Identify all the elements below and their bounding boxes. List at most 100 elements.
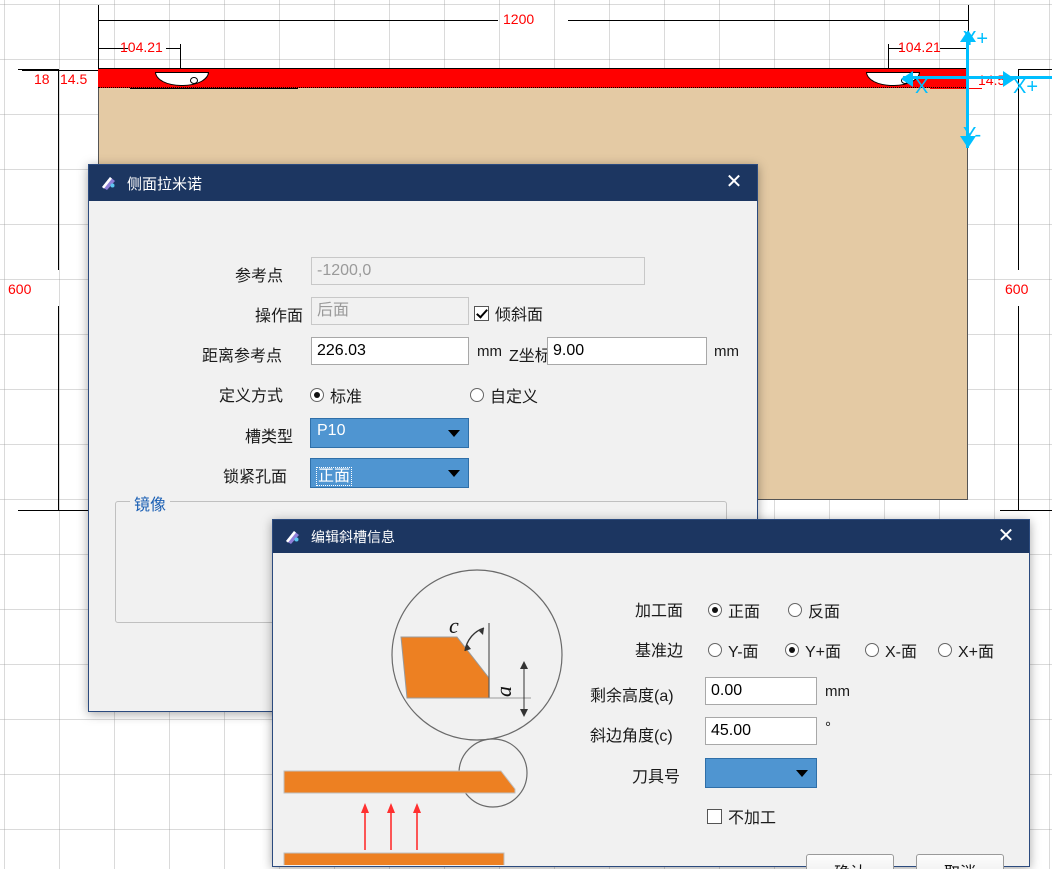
dialog1-title: 侧面拉米诺	[127, 173, 717, 194]
dim-height-left-cap-bottom	[18, 510, 98, 511]
dim-width-line-left	[98, 20, 498, 21]
height-label-a: a	[491, 686, 516, 697]
lock-hole-face-label: 锁紧孔面	[223, 463, 287, 487]
dim-edge-right-line	[930, 88, 982, 89]
define-mode-label: 定义方式	[219, 382, 283, 406]
z-coord-unit: mm	[714, 343, 739, 360]
dim-height-right: 600	[1005, 281, 1028, 297]
machining-face-front-radio[interactable]: 正面	[708, 598, 760, 622]
dim-height-right-upper	[1018, 69, 1019, 270]
z-coord-label: Z坐标	[509, 342, 551, 366]
datum-edge-label: 基准边	[635, 637, 683, 661]
mirror-group-label: 镜像	[130, 491, 170, 515]
no-machining-label: 不加工	[728, 804, 776, 828]
dim-left-offset-line-b	[166, 48, 180, 49]
dialog1-titlebar[interactable]: 侧面拉米诺 ✕	[89, 165, 757, 201]
dim-height-left-cap-top	[18, 69, 58, 70]
datum-edge-y-minus-radio[interactable]: Y-面	[708, 638, 759, 662]
bevel-angle-label: 斜边角度(c)	[590, 722, 673, 746]
dim-height-left-upper	[58, 69, 59, 270]
dim-height-left-lower	[58, 306, 59, 511]
no-machining-checkbox[interactable]: 不加工	[707, 804, 776, 828]
radio-y-minus-icon	[708, 643, 722, 657]
groove-type-label: 槽类型	[245, 423, 293, 447]
dim-right-offset-ext	[888, 44, 889, 70]
dim-thickness: 18	[34, 71, 50, 87]
radio-y-plus-icon	[785, 643, 799, 657]
dim-right-offset: 104.21	[898, 39, 941, 55]
remain-height-unit: mm	[825, 683, 850, 700]
datum-edge-y-plus-label: Y+面	[805, 638, 841, 662]
ref-point-input[interactable]: -1200,0	[311, 257, 645, 285]
axis-label-x-plus: X+	[1013, 76, 1038, 99]
axis-label-y-plus: Y+	[963, 28, 988, 51]
dim-edge-right: 14.5	[978, 72, 1005, 88]
z-coord-input[interactable]: 9.00	[547, 337, 707, 365]
axis-x-minus-arrow	[901, 71, 913, 87]
dim-edge-left: 14.5	[60, 71, 87, 87]
tool-no-label: 刀具号	[632, 763, 680, 787]
dim-height-left: 600	[8, 281, 31, 297]
dialog2-titlebar[interactable]: 编辑斜槽信息 ✕	[273, 520, 1029, 553]
radio-x-plus-icon	[938, 643, 952, 657]
groove-type-value: P10	[317, 422, 345, 439]
datum-edge-x-minus-label: X-面	[885, 638, 917, 662]
dim-width-total: 1200	[503, 11, 534, 27]
datum-edge-x-plus-radio[interactable]: X+面	[938, 638, 994, 662]
dim-height-right-cap-bottom	[1000, 510, 1052, 511]
dialog2-close-icon[interactable]: ✕	[989, 522, 1023, 552]
lock-hole-face-value: 正面	[317, 468, 351, 485]
chevron-down-icon	[448, 470, 460, 477]
distance-input[interactable]: 226.03	[311, 337, 469, 365]
datum-edge-x-plus-label: X+面	[958, 638, 994, 662]
chevron-down-icon	[796, 770, 808, 777]
machining-face-front-label: 正面	[728, 598, 760, 622]
app-icon	[283, 527, 303, 547]
radio-standard-icon	[310, 388, 324, 402]
dim-left-offset-ext	[180, 44, 181, 70]
bevel-illustration: c a	[279, 565, 569, 865]
lock-hole-face-combobox[interactable]: 正面	[310, 458, 469, 488]
radio-front-icon	[708, 603, 722, 617]
cancel-button[interactable]: 取消	[916, 854, 1004, 869]
remain-height-label: 剩余高度(a)	[590, 682, 674, 706]
radio-custom-icon	[470, 388, 484, 402]
angle-label-c: c	[449, 613, 459, 638]
dialog2-body: c a 加工面	[273, 553, 1029, 868]
chevron-down-icon	[448, 430, 460, 437]
dim-left-offset: 104.21	[120, 39, 163, 55]
dim-thickness-lower	[130, 88, 298, 89]
dialog-edit-bevel-groove[interactable]: 编辑斜槽信息 ✕ c a	[272, 519, 1030, 867]
distance-unit: mm	[477, 343, 502, 360]
dim-width-line-right	[568, 20, 968, 21]
radio-back-icon	[788, 603, 802, 617]
define-mode-standard-label: 标准	[330, 383, 362, 407]
no-machining-check-icon	[707, 809, 722, 824]
machining-face-back-radio[interactable]: 反面	[788, 598, 840, 622]
define-mode-standard-radio[interactable]: 标准	[310, 383, 362, 407]
operation-face-input[interactable]: 后面	[311, 297, 469, 325]
bevel-angle-input[interactable]: 45.00	[705, 717, 817, 745]
bevel-angle-unit: °	[825, 719, 831, 736]
tool-no-combobox[interactable]	[705, 758, 817, 788]
define-mode-custom-label: 自定义	[490, 383, 538, 407]
dim-height-right-lower	[1018, 306, 1019, 511]
machining-face-back-label: 反面	[808, 598, 840, 622]
incline-face-label: 倾斜面	[495, 301, 543, 325]
remain-height-input[interactable]: 0.00	[705, 677, 817, 705]
ok-button[interactable]: 确认	[806, 854, 894, 869]
datum-edge-x-minus-radio[interactable]: X-面	[865, 638, 917, 662]
radio-x-minus-icon	[865, 643, 879, 657]
datum-edge-y-minus-label: Y-面	[728, 638, 759, 662]
ref-point-label: 参考点	[235, 262, 283, 286]
distance-label: 距离参考点	[202, 342, 282, 366]
incline-face-checkbox[interactable]: 倾斜面	[474, 301, 543, 325]
dialog1-close-icon[interactable]: ✕	[717, 168, 751, 198]
dim-ext-left	[98, 5, 99, 69]
datum-edge-y-plus-radio[interactable]: Y+面	[785, 638, 841, 662]
dim-height-right-cap-top	[1018, 69, 1052, 70]
incline-face-check-icon	[474, 306, 489, 321]
dialog2-title: 编辑斜槽信息	[311, 527, 989, 547]
define-mode-custom-radio[interactable]: 自定义	[470, 383, 538, 407]
groove-type-combobox[interactable]: P10	[310, 418, 469, 448]
